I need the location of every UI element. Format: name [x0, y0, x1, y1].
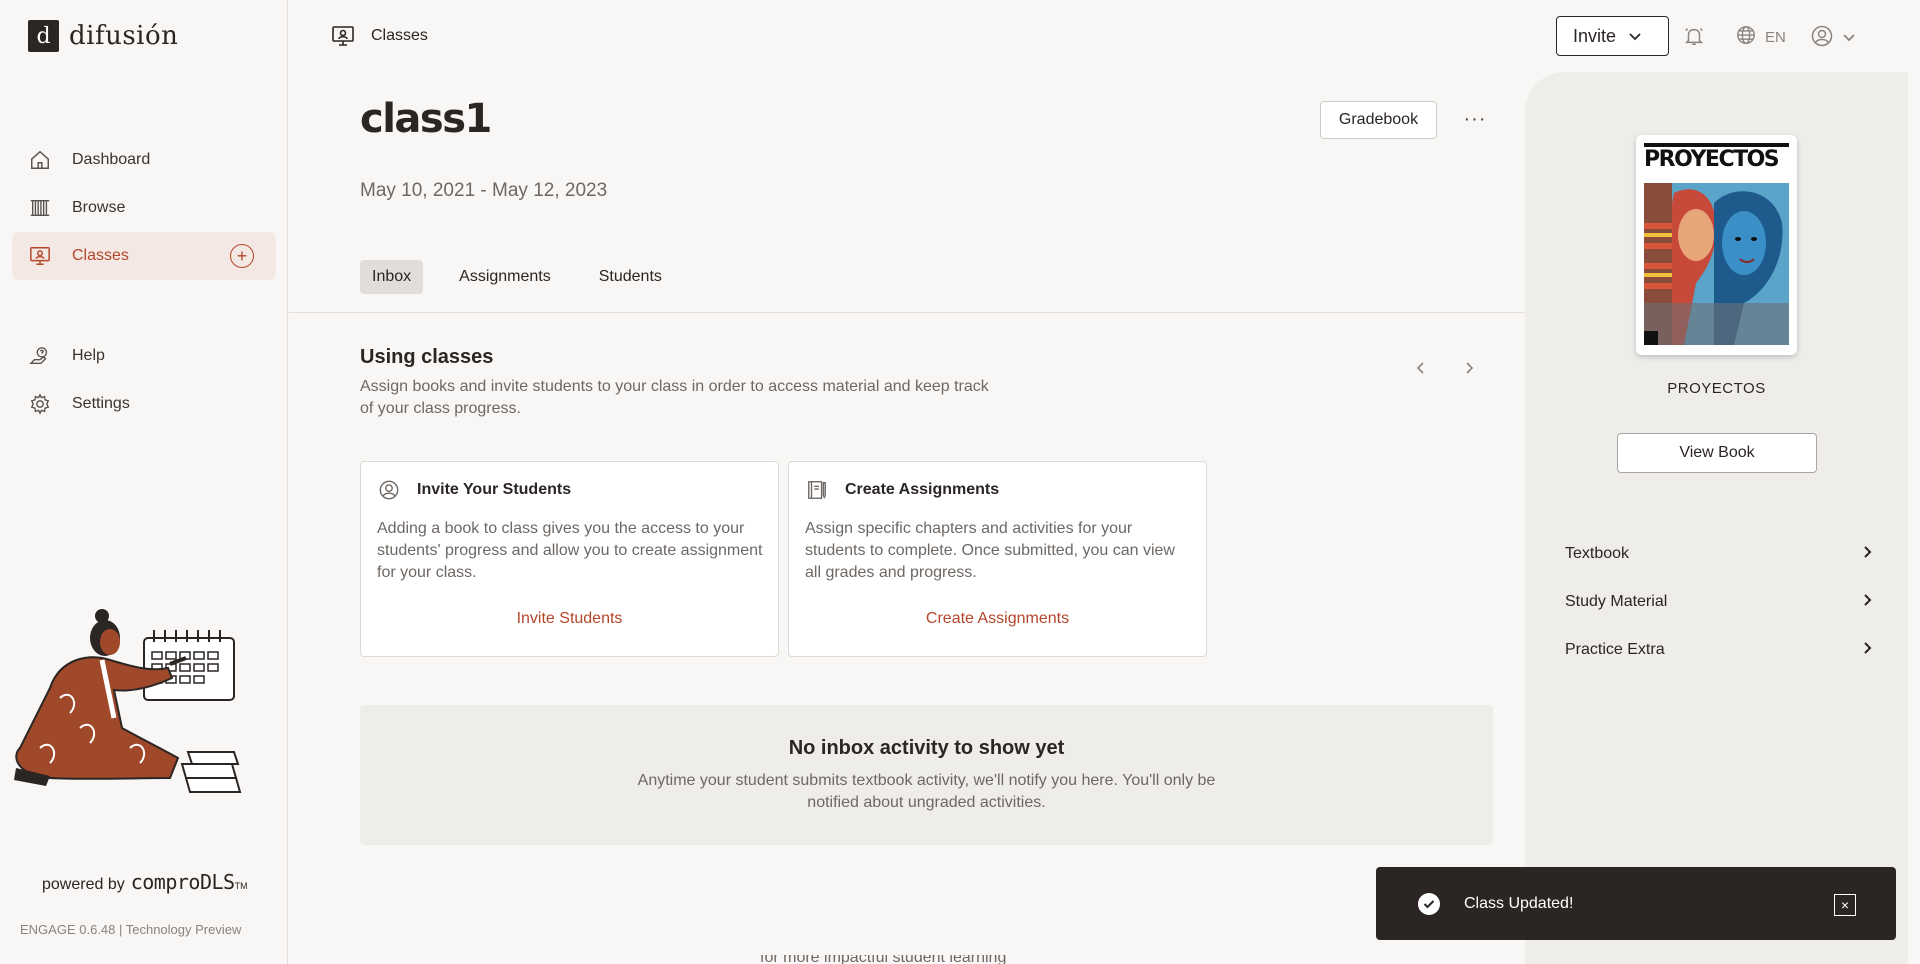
invite-button[interactable]: Invite — [1556, 16, 1669, 56]
check-circle-icon — [1418, 892, 1440, 915]
sidebar-item-help[interactable]: Help — [12, 332, 276, 380]
bookshelf-icon — [28, 196, 52, 220]
gradebook-button[interactable]: Gradebook — [1320, 101, 1437, 139]
tab-assignments[interactable]: Assignments — [447, 260, 563, 294]
language-selector[interactable]: EN — [1735, 24, 1786, 50]
tabs-divider — [289, 312, 1525, 313]
classroom-icon — [331, 24, 355, 48]
powered-brand: comproDLS — [130, 870, 235, 894]
class-dates: May 10, 2021 - May 12, 2023 — [360, 180, 608, 201]
breadcrumb-label[interactable]: Classes — [371, 27, 428, 45]
version-text: ENGAGE 0.6.48 | Technology Preview — [20, 922, 242, 937]
inbox-empty-state: No inbox activity to show yet Anytime yo… — [360, 705, 1493, 845]
breadcrumb: Classes — [331, 24, 428, 48]
sidebar-nav: Dashboard Browse Classes + Help Settings — [12, 136, 276, 428]
more-options-button[interactable]: ··· — [1460, 104, 1490, 134]
sidebar-item-browse[interactable]: Browse — [12, 184, 276, 232]
globe-icon — [1735, 24, 1757, 50]
create-assignments-link[interactable]: Create Assignments — [789, 610, 1206, 628]
invite-label: Invite — [1573, 25, 1617, 46]
card-header: Invite Your Students — [377, 478, 571, 502]
gear-icon — [28, 392, 52, 416]
carousel-next-button[interactable] — [1457, 356, 1481, 380]
language-label: EN — [1765, 28, 1786, 46]
using-classes-title: Using classes — [360, 346, 494, 368]
chevron-right-icon — [1863, 641, 1873, 660]
card-description: Assign specific chapters and activities … — [805, 520, 1175, 581]
sidebar-item-classes[interactable]: Classes + — [12, 232, 276, 280]
class-tabs: Inbox Assignments Students — [360, 260, 698, 294]
sidebar-item-label: Classes — [72, 247, 129, 264]
create-assignments-card: Create Assignments Assign specific chapt… — [788, 461, 1207, 657]
carousel-prev-button[interactable] — [1409, 356, 1433, 380]
logo-mark: d — [28, 20, 59, 52]
book-cover-title: PROYECTOS — [1644, 147, 1780, 172]
sidebar-item-label: Help — [72, 347, 105, 364]
page-title: class1 — [360, 96, 492, 142]
card-title: Invite Your Students — [417, 481, 572, 498]
sidebar: d difusión Dashboard Browse Classes + He… — [0, 0, 288, 964]
empty-state-description: Anytime your student submits textbook ac… — [637, 772, 1216, 811]
empty-state-title: No inbox activity to show yet — [788, 737, 1065, 759]
view-book-button[interactable]: View Book — [1617, 433, 1817, 473]
scrollbar[interactable] — [1908, 0, 1920, 964]
section-label: Study Material — [1565, 593, 1668, 610]
card-description: Adding a book to class gives you the acc… — [377, 520, 763, 581]
notebook-icon — [805, 478, 829, 502]
close-toast-button[interactable]: × — [1834, 894, 1856, 916]
using-classes-description: Assign books and invite students to your… — [360, 378, 989, 417]
chevron-right-icon — [1863, 593, 1873, 612]
tab-inbox[interactable]: Inbox — [360, 260, 424, 294]
top-bar: Classes — [289, 0, 1920, 72]
toast-notification: Class Updated! × — [1376, 867, 1896, 940]
invite-students-card: Invite Your Students Adding a book to cl… — [360, 461, 779, 657]
user-menu[interactable] — [1810, 24, 1856, 53]
logo-text: difusión — [69, 21, 179, 51]
avatar-icon — [1810, 24, 1834, 53]
card-title: Create Assignments — [845, 481, 1000, 498]
sidebar-item-settings[interactable]: Settings — [12, 380, 276, 428]
sidebar-item-label: Settings — [72, 395, 130, 412]
section-textbook[interactable]: Textbook — [1565, 530, 1873, 578]
toast-message: Class Updated! — [1464, 894, 1574, 912]
section-label: Practice Extra — [1565, 641, 1665, 658]
sidebar-item-dashboard[interactable]: Dashboard — [12, 136, 276, 184]
add-class-button[interactable]: + — [230, 244, 254, 268]
bell-icon[interactable] — [1682, 24, 1706, 48]
help-icon — [28, 344, 52, 368]
powered-by: powered by comproDLS TM — [42, 870, 248, 894]
sidebar-item-label: Browse — [72, 199, 126, 216]
book-sections: Textbook Study Material Practice Extra — [1565, 530, 1873, 674]
classroom-icon — [28, 244, 52, 268]
book-cover-art — [1644, 183, 1789, 345]
user-circle-icon — [377, 478, 401, 502]
powered-by-label: powered by — [42, 876, 125, 893]
book-panel: PROYECTOS PROYECTOS View Book Textbook S… — [1525, 72, 1908, 964]
home-icon — [28, 148, 52, 172]
book-cover[interactable]: PROYECTOS — [1636, 135, 1797, 355]
chevron-right-icon — [1863, 545, 1873, 564]
invite-students-link[interactable]: Invite Students — [361, 610, 778, 628]
tab-students[interactable]: Students — [587, 260, 674, 294]
section-practice-extra[interactable]: Practice Extra — [1565, 626, 1873, 674]
teacher-illustration — [10, 608, 250, 808]
section-study-material[interactable]: Study Material — [1565, 578, 1873, 626]
book-title: PROYECTOS — [1667, 380, 1766, 397]
chevron-down-icon — [1628, 26, 1642, 47]
sidebar-item-label: Dashboard — [72, 151, 151, 168]
section-label: Textbook — [1565, 545, 1630, 562]
footer-partial-text: for more impactful student learning — [760, 955, 1007, 964]
brand-logo[interactable]: d difusión — [28, 20, 178, 52]
card-header: Create Assignments — [805, 478, 999, 502]
trademark: TM — [234, 881, 248, 891]
chevron-down-icon — [1842, 30, 1856, 48]
